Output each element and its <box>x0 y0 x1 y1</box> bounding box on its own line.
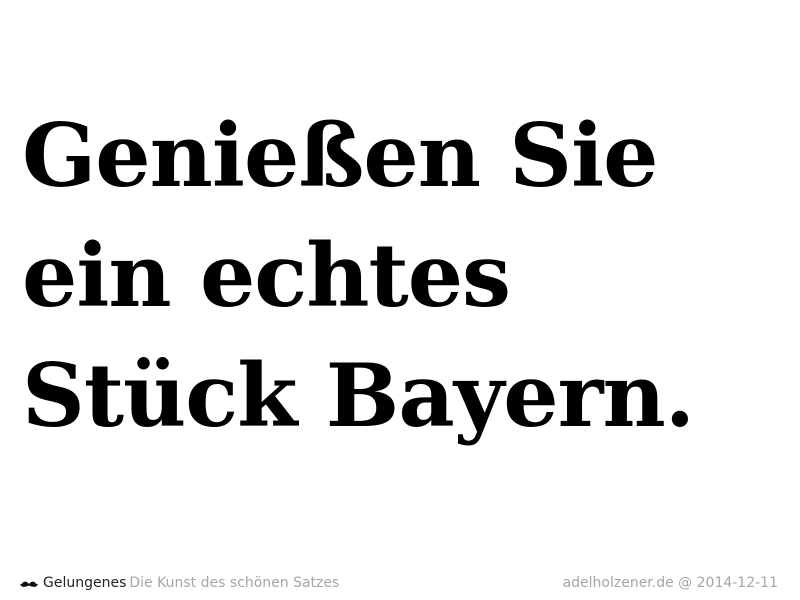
mustache-icon <box>20 578 38 588</box>
site-date: adelholzener.de @ 2014-12-11 <box>562 575 778 591</box>
headline-line-2: ein echtes <box>22 224 511 327</box>
brand[interactable]: Gelungenes Die Kunst des schönen Satzes <box>20 575 339 591</box>
headline-line-1: Genießen Sie <box>22 104 659 207</box>
brand-name[interactable]: Gelungenes <box>43 575 126 591</box>
footer: Gelungenes Die Kunst des schönen Satzes … <box>20 572 778 594</box>
tagline: Die Kunst des schönen Satzes <box>129 575 340 591</box>
headline: Genießen Sie ein echtes Stück Bayern. <box>22 96 792 456</box>
headline-line-3: Stück Bayern. <box>22 344 695 447</box>
